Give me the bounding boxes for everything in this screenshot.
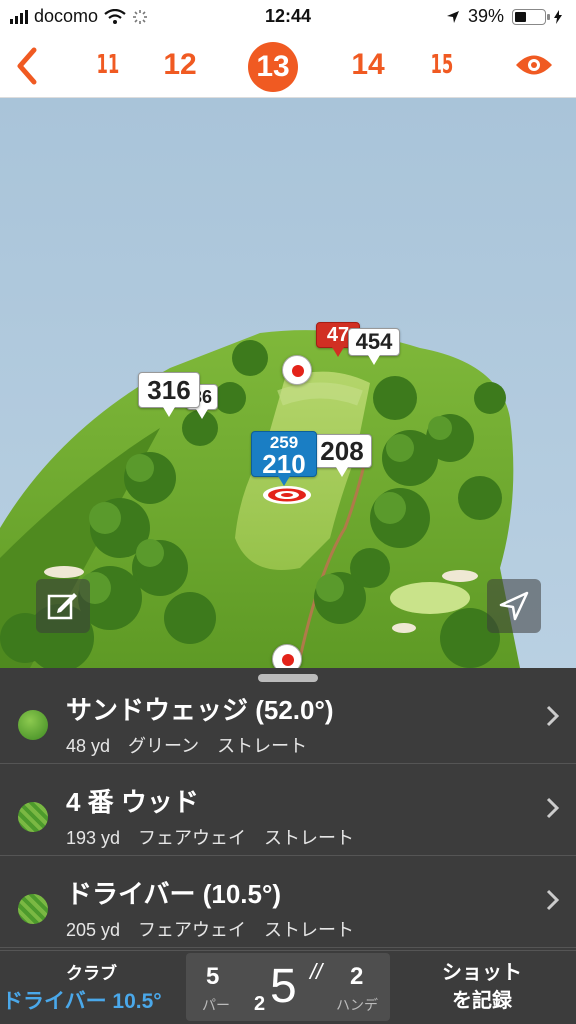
location-icon bbox=[446, 10, 459, 23]
battery-percent: 39% bbox=[467, 6, 504, 26]
score-mark: // bbox=[310, 959, 323, 984]
fairway-lie-icon bbox=[18, 802, 48, 832]
handicap-value: 2 bbox=[350, 963, 364, 990]
club-name: サンドウェッジ (52.0°) bbox=[66, 695, 334, 725]
hole-12-tab[interactable]: 12 bbox=[160, 48, 200, 82]
pencil-icon bbox=[47, 593, 77, 620]
par-value: 5 bbox=[206, 963, 220, 990]
charging-icon bbox=[554, 9, 562, 24]
club-details: 193 yd フェアウェイ ストレート bbox=[66, 824, 372, 850]
fairway-lie-icon bbox=[18, 894, 48, 924]
score-input[interactable]: 5 パー 2 5 // 2 ハンデ bbox=[186, 953, 390, 1021]
course-map[interactable]: 36 316 47 454 208 259 210 bbox=[0, 98, 576, 668]
tee-pin[interactable] bbox=[272, 644, 302, 668]
target-distance-main: 210 bbox=[262, 449, 306, 479]
status-bar: docomo 12:44 39% bbox=[0, 0, 576, 34]
distance-marker[interactable]: 454 bbox=[348, 328, 400, 365]
chevron-right-icon bbox=[546, 889, 560, 911]
club-shape: ストレート bbox=[264, 828, 355, 848]
handicap-label: ハンデ bbox=[336, 997, 378, 1013]
club-row[interactable]: 4 番 ウッド 193 yd フェアウェイ ストレート bbox=[0, 764, 576, 856]
target-distance-marker[interactable]: 259 210 bbox=[251, 431, 317, 486]
score-bar: クラブ ドライバー 10.5° 5 パー 2 5 // 2 ハンデ ショット を… bbox=[0, 950, 576, 1024]
selected-club[interactable]: ドライバー 10.5° bbox=[2, 985, 162, 1015]
distance-marker[interactable]: 316 bbox=[138, 372, 200, 417]
club-lie: グリーン bbox=[128, 736, 200, 756]
hole-11-tab[interactable]: 11 bbox=[97, 50, 120, 80]
club-name: ドライバー (10.5°) bbox=[66, 879, 282, 909]
record-line-2: を記録 bbox=[452, 990, 512, 1012]
club-shape: ストレート bbox=[264, 920, 355, 940]
club-distance: 48 yd bbox=[66, 736, 111, 756]
club-row[interactable]: サンドウェッジ (52.0°) 48 yd グリーン ストレート bbox=[0, 672, 576, 764]
club-details: 205 yd フェアウェイ ストレート bbox=[66, 916, 372, 942]
club-name: 4 番 ウッド bbox=[66, 787, 199, 817]
club-row[interactable]: ドライバー (10.5°) 205 yd フェアウェイ ストレート bbox=[0, 856, 576, 948]
chevron-left-icon[interactable] bbox=[10, 44, 44, 88]
distance-marker[interactable]: 208 bbox=[312, 434, 372, 477]
green-pin[interactable] bbox=[282, 355, 312, 385]
par-label: パー bbox=[202, 997, 230, 1013]
putts-value: 2 bbox=[254, 993, 266, 1015]
green-lie-icon bbox=[18, 710, 48, 740]
score-value: 5 bbox=[270, 960, 297, 1013]
club-distance: 193 yd bbox=[66, 828, 121, 848]
club-label: クラブ bbox=[66, 964, 117, 983]
chevron-right-icon bbox=[546, 797, 560, 819]
club-details: 48 yd グリーン ストレート bbox=[66, 732, 325, 758]
record-line-1: ショット bbox=[442, 962, 522, 984]
edit-button[interactable] bbox=[36, 579, 90, 633]
hole-navigation: 11 12 13 14 15 bbox=[0, 34, 576, 98]
battery-icon bbox=[512, 8, 550, 25]
club-shape: ストレート bbox=[217, 736, 308, 756]
shot-list-panel: サンドウェッジ (52.0°) 48 yd グリーン ストレート 4 番 ウッド 1… bbox=[0, 668, 576, 950]
hole-15-tab[interactable]: 15 bbox=[431, 50, 454, 80]
chevron-right-icon bbox=[546, 705, 560, 727]
hole-14-tab[interactable]: 14 bbox=[348, 48, 388, 82]
eye-icon[interactable] bbox=[514, 52, 554, 78]
club-lie: フェアウェイ bbox=[138, 828, 247, 848]
record-shot-button[interactable]: ショット を記録 bbox=[420, 959, 544, 1015]
location-arrow-icon bbox=[499, 591, 529, 621]
hole-13-tab-current[interactable]: 13 bbox=[248, 42, 298, 92]
club-distance: 205 yd bbox=[66, 920, 121, 940]
locate-button[interactable] bbox=[487, 579, 541, 633]
club-lie: フェアウェイ bbox=[138, 920, 247, 940]
